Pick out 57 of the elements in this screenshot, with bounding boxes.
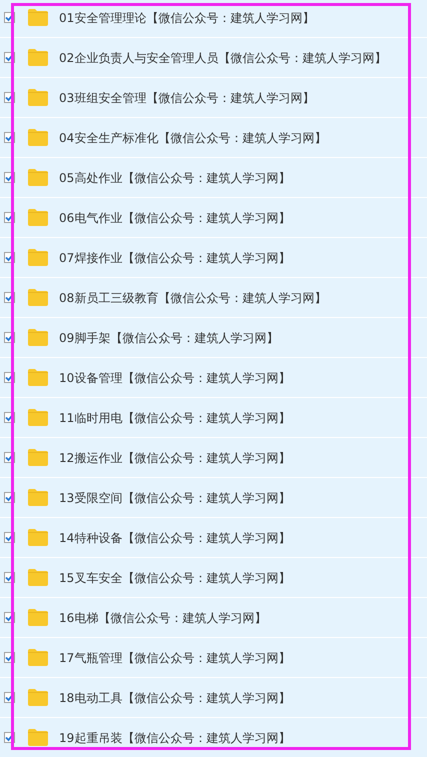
folder-icon [28, 289, 48, 306]
folder-name[interactable]: 12搬运作业【微信公众号：建筑人学习网】 [59, 448, 290, 466]
checkmark-icon [5, 453, 14, 462]
checkmark-icon [5, 293, 14, 302]
folder-name[interactable]: 18电动工具【微信公众号：建筑人学习网】 [59, 688, 290, 706]
checkmark-icon [5, 373, 14, 382]
folder-icon [28, 9, 48, 26]
folder-name[interactable]: 08新员工三级教育【微信公众号：建筑人学习网】 [59, 288, 326, 306]
checkmark-icon [5, 493, 14, 502]
folder-icon [28, 729, 48, 746]
checkmark-icon [5, 133, 14, 142]
checkmark-icon [5, 733, 14, 742]
checkmark-icon [5, 253, 14, 262]
checkmark-icon [5, 573, 14, 582]
folder-name[interactable]: 09脚手架【微信公众号：建筑人学习网】 [59, 328, 278, 346]
folder-name[interactable]: 13受限空间【微信公众号：建筑人学习网】 [59, 488, 290, 506]
folder-icon [28, 49, 48, 66]
folder-name[interactable]: 11临时用电【微信公众号：建筑人学习网】 [59, 408, 290, 426]
folder-icon [28, 649, 48, 666]
checkmark-icon [5, 93, 14, 102]
folder-name[interactable]: 05高处作业【微信公众号：建筑人学习网】 [59, 168, 290, 186]
folder-icon [28, 329, 48, 346]
checkmark-icon [5, 413, 14, 422]
folder-name[interactable]: 06电气作业【微信公众号：建筑人学习网】 [59, 208, 290, 226]
folder-name[interactable]: 02企业负责人与安全管理人员【微信公众号：建筑人学习网】 [59, 48, 386, 66]
folder-icon [28, 169, 48, 186]
folder-name[interactable]: 01安全管理理论【微信公众号：建筑人学习网】 [59, 8, 314, 26]
folder-icon [28, 449, 48, 466]
checkmark-icon [5, 693, 14, 702]
folder-icon [28, 369, 48, 386]
folder-name[interactable]: 07焊接作业【微信公众号：建筑人学习网】 [59, 248, 290, 266]
folder-icon [28, 689, 48, 706]
folder-icon [28, 209, 48, 226]
folder-name[interactable]: 16电梯【微信公众号：建筑人学习网】 [59, 608, 266, 626]
folder-icon [28, 529, 48, 546]
folder-icon [28, 569, 48, 586]
checkmark-icon [5, 53, 14, 62]
folder-icon [28, 609, 48, 626]
folder-icon [28, 249, 48, 266]
folder-name[interactable]: 03班组安全管理【微信公众号：建筑人学习网】 [59, 88, 314, 106]
folder-icon [28, 129, 48, 146]
checkmark-icon [5, 333, 14, 342]
checkmark-icon [5, 213, 14, 222]
folder-name[interactable]: 15叉车安全【微信公众号：建筑人学习网】 [59, 568, 290, 586]
folder-name[interactable]: 04安全生产标准化【微信公众号：建筑人学习网】 [59, 128, 326, 146]
checkmark-icon [5, 533, 14, 542]
checkmark-icon [5, 13, 14, 22]
folder-icon [28, 489, 48, 506]
folder-name[interactable]: 14特种设备【微信公众号：建筑人学习网】 [59, 528, 290, 546]
checkmark-icon [5, 173, 14, 182]
folder-name[interactable]: 19起重吊装【微信公众号：建筑人学习网】 [59, 728, 290, 746]
folder-icon [28, 409, 48, 426]
checkmark-icon [5, 613, 14, 622]
folder-name[interactable]: 10设备管理【微信公众号：建筑人学习网】 [59, 368, 290, 386]
folder-name[interactable]: 17气瓶管理【微信公众号：建筑人学习网】 [59, 648, 290, 666]
checkmark-icon [5, 653, 14, 662]
folder-icon [28, 89, 48, 106]
